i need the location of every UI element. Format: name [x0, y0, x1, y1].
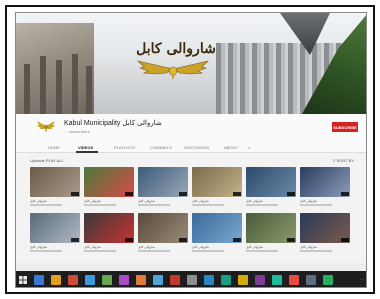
video-title[interactable]: شاروالی کابل [84, 199, 132, 203]
banner-title: شاروالی کابل [136, 41, 216, 57]
video-thumbnail[interactable] [192, 213, 242, 243]
windows-start-icon[interactable] [19, 276, 27, 284]
video-thumbnail[interactable] [300, 213, 350, 243]
video-thumbnail[interactable] [84, 213, 134, 243]
taskbar-app-icon[interactable] [68, 275, 78, 285]
taskbar-app-icon[interactable] [85, 275, 95, 285]
channel-avatar[interactable] [36, 118, 56, 135]
video-meta [246, 204, 278, 206]
video-thumbnail[interactable] [138, 213, 188, 243]
video-thumbnail[interactable] [246, 167, 296, 197]
video-thumbnail[interactable] [246, 213, 296, 243]
video-title[interactable]: شاروالی کابل [246, 245, 294, 249]
banner-building-photo [16, 23, 94, 114]
taskbar-app-icon[interactable] [238, 275, 248, 285]
video-thumbnail[interactable] [138, 167, 188, 197]
video-duration [233, 192, 241, 196]
video-title[interactable]: شاروالی کابل [138, 199, 186, 203]
video-meta [138, 204, 170, 206]
channel-tabs: HOME VIDEOS PLAYLISTS CHANNELS DISCUSSIO… [16, 142, 366, 153]
video-meta [300, 204, 332, 206]
video-title[interactable]: شاروالی کابل [30, 199, 78, 203]
photo-frame: شاروالی کابل Kabul Municipality شاروالی … [5, 5, 375, 294]
video-title[interactable]: شاروالی کابل [192, 199, 240, 203]
taskbar-app-icon[interactable] [51, 275, 61, 285]
video-duration [125, 192, 133, 196]
channel-header: Kabul Municipality شاروالی کابل … subscr… [16, 114, 366, 142]
taskbar-app-icon[interactable] [221, 275, 231, 285]
video-duration [179, 192, 187, 196]
sort-button[interactable]: ≡ SORT BY [333, 158, 354, 163]
video-duration [233, 238, 241, 242]
video-meta [192, 250, 224, 252]
tab-about[interactable]: ABOUT [224, 145, 238, 150]
video-meta [30, 204, 62, 206]
tab-home[interactable]: HOME [48, 145, 60, 150]
taskbar-app-icon[interactable] [34, 275, 44, 285]
video-duration [287, 192, 295, 196]
video-meta [300, 250, 332, 252]
taskbar-app-icon[interactable] [153, 275, 163, 285]
video-meta [138, 250, 170, 252]
video-title[interactable]: شاروالی کابل [300, 199, 348, 203]
taskbar-app-icon[interactable] [272, 275, 282, 285]
taskbar-app-icon[interactable] [306, 275, 316, 285]
channel-banner: شاروالی کابل [16, 13, 366, 114]
video-meta [246, 250, 278, 252]
video-meta [192, 204, 224, 206]
tab-videos[interactable]: VIDEOS [78, 145, 93, 150]
taskbar-app-icon[interactable] [170, 275, 180, 285]
section-title: Uploads PLAY ALL [30, 158, 64, 163]
video-meta [84, 204, 116, 206]
video-duration [71, 238, 79, 242]
sort-label: SORT BY [336, 158, 354, 163]
taskbar-app-icon[interactable] [119, 275, 129, 285]
taskbar-app-icon[interactable] [136, 275, 146, 285]
search-icon[interactable]: ⌕ [248, 145, 250, 150]
tab-playlists[interactable]: PLAYLISTS [114, 145, 135, 150]
next-row-partial [16, 263, 366, 271]
channel-name[interactable]: Kabul Municipality شاروالی کابل [64, 119, 162, 127]
tab-discussion[interactable]: DISCUSSION [184, 145, 209, 150]
video-title[interactable]: شاروالی کابل [192, 245, 240, 249]
video-duration [125, 238, 133, 242]
monitor-screen: شاروالی کابل Kabul Municipality شاروالی … [15, 12, 367, 288]
video-thumbnail[interactable] [300, 167, 350, 197]
video-meta [30, 250, 62, 252]
taskbar-app-icon[interactable] [204, 275, 214, 285]
tab-channels[interactable]: CHANNELS [150, 145, 172, 150]
video-duration [341, 192, 349, 196]
taskbar-app-icon[interactable] [255, 275, 265, 285]
video-thumbnail[interactable] [30, 213, 80, 243]
uploads-section: Uploads PLAY ALL ≡ SORT BY شاروالی کابل ش… [16, 153, 366, 263]
video-title[interactable]: شاروالی کابل [246, 199, 294, 203]
taskbar-app-icon[interactable] [289, 275, 299, 285]
video-duration [287, 238, 295, 242]
video-thumbnail[interactable] [192, 167, 242, 197]
video-duration [71, 192, 79, 196]
taskbar-app-icon[interactable] [102, 275, 112, 285]
video-title[interactable]: شاروالی کابل [30, 245, 78, 249]
windows-taskbar: … [16, 271, 366, 287]
video-meta [84, 250, 116, 252]
video-thumbnail[interactable] [84, 167, 134, 197]
video-title[interactable]: شاروالی کابل [84, 245, 132, 249]
video-title[interactable]: شاروالی کابل [300, 245, 348, 249]
taskbar-app-icon[interactable] [187, 275, 197, 285]
taskbar-app-icon[interactable] [323, 275, 333, 285]
video-duration [179, 238, 187, 242]
emblem-wings-icon [137, 60, 209, 80]
subscribe-button[interactable]: SUBSCRIBE [332, 122, 358, 132]
subscriber-count: … subscribers [64, 129, 90, 134]
taskbar-clock: … [360, 276, 364, 281]
video-duration [341, 238, 349, 242]
video-thumbnail[interactable] [30, 167, 80, 197]
video-title[interactable]: شاروالی کابل [138, 245, 186, 249]
